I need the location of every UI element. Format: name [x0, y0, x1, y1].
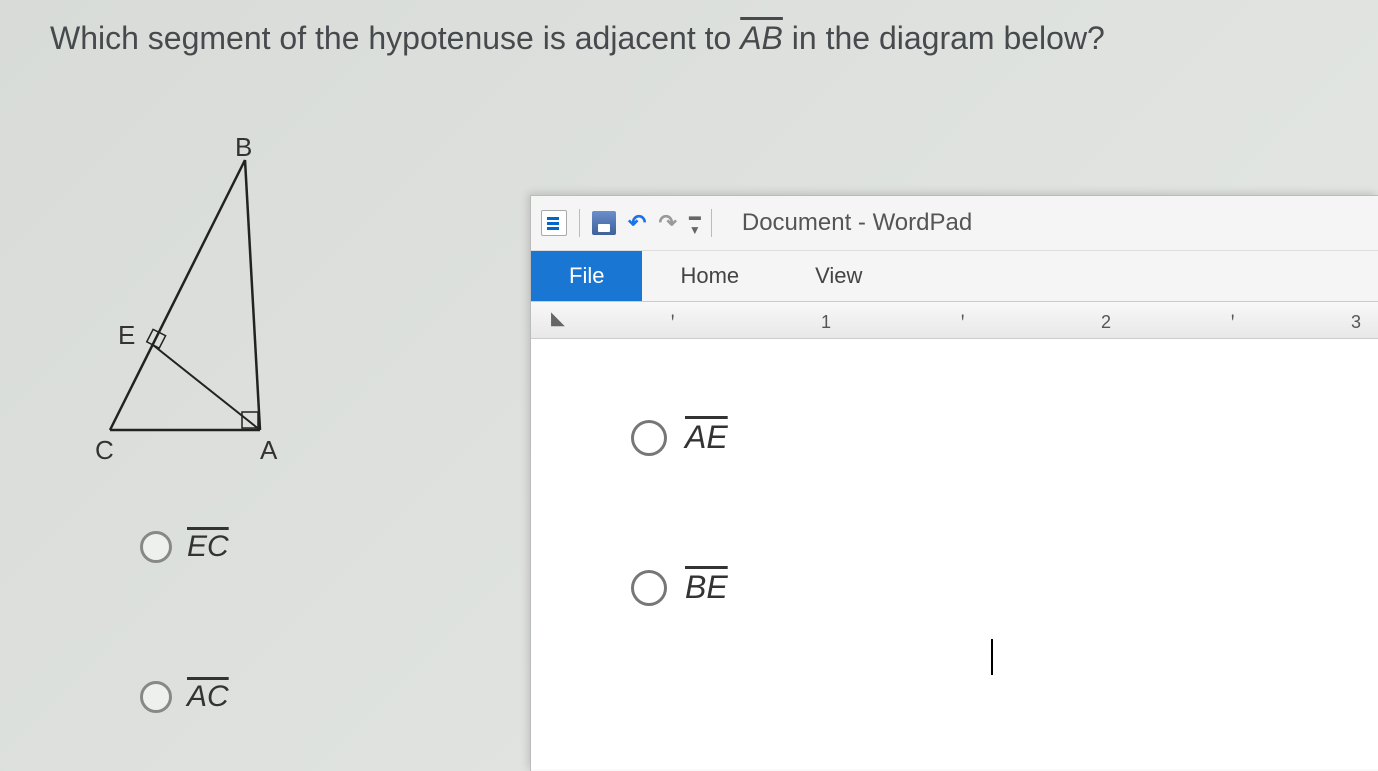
vertex-A: A	[260, 435, 277, 466]
triangle-diagram: B E C A	[90, 140, 330, 460]
vertex-C: C	[95, 435, 114, 466]
vertex-E: E	[118, 320, 135, 351]
radio-icon	[631, 420, 667, 456]
option-BE[interactable]: BE	[631, 569, 728, 606]
question-text: Which segment of the hypotenuse is adjac…	[50, 20, 1105, 57]
undo-icon[interactable]: ↶	[628, 210, 646, 236]
option-AC[interactable]: AC	[140, 680, 229, 714]
question-suffix: in the diagram below?	[792, 20, 1105, 56]
qat-dropdown-icon[interactable]: ▬▼	[689, 209, 699, 237]
question-segment: AB	[740, 20, 783, 56]
wordpad-window: ↶ ↷ ▬▼ Document - WordPad File Home View…	[530, 195, 1378, 771]
option-EC[interactable]: EC	[140, 530, 229, 564]
option-AE[interactable]: AE	[631, 419, 728, 456]
indent-marker-icon[interactable]: ◣	[551, 308, 565, 329]
ruler-tick: ꞌ	[1231, 312, 1234, 333]
wordpad-app-icon	[541, 210, 567, 236]
separator	[579, 209, 580, 237]
ribbon-tabs: File Home View	[531, 251, 1378, 301]
radio-icon	[140, 681, 172, 713]
tab-home[interactable]: Home	[642, 251, 777, 301]
text-cursor	[991, 639, 993, 675]
radio-icon	[631, 570, 667, 606]
tab-view[interactable]: View	[777, 251, 900, 301]
window-title: Document - WordPad	[742, 209, 972, 237]
wordpad-document-area[interactable]: AE BE	[531, 339, 1378, 769]
option-label: BE	[685, 569, 728, 606]
vertex-B: B	[235, 132, 252, 163]
question-prefix: Which segment of the hypotenuse is adjac…	[50, 20, 740, 56]
ruler-number: 1	[821, 312, 831, 333]
ruler-number: 2	[1101, 312, 1111, 333]
tab-file[interactable]: File	[531, 251, 642, 301]
wordpad-titlebar[interactable]: ↶ ↷ ▬▼ Document - WordPad	[531, 196, 1378, 251]
redo-icon[interactable]: ↷	[658, 210, 676, 236]
ruler-tick: ꞌ	[671, 312, 674, 333]
triangle-svg	[90, 140, 330, 460]
ruler-tick: ꞌ	[961, 312, 964, 333]
option-label: AC	[187, 680, 229, 714]
separator	[711, 209, 712, 237]
option-label: EC	[187, 530, 229, 564]
save-icon[interactable]	[592, 211, 616, 235]
ruler[interactable]: ◣ ꞌ 1 ꞌ 2 ꞌ 3	[531, 301, 1378, 339]
ruler-number: 3	[1351, 312, 1361, 333]
option-label: AE	[685, 419, 728, 456]
radio-icon	[140, 531, 172, 563]
